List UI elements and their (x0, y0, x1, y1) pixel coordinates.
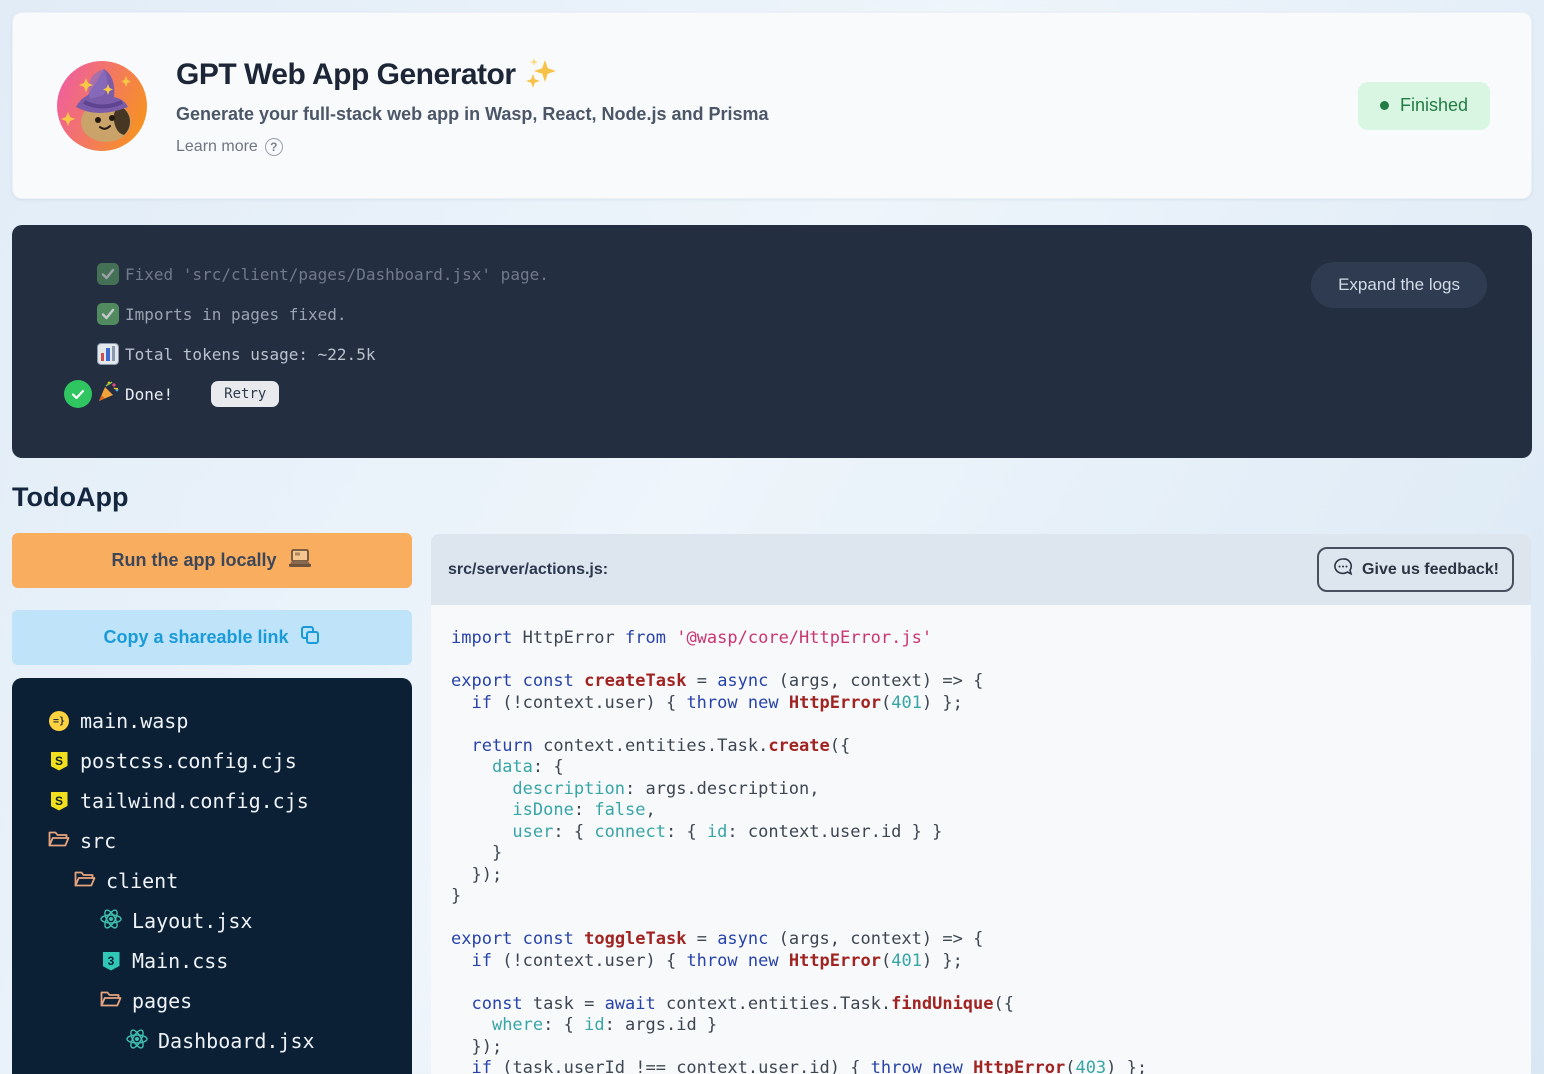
bar-chart-icon (97, 343, 119, 365)
code-line: }); (451, 865, 1511, 887)
log-entry-text: Done! (125, 385, 173, 404)
code-line: }); (451, 1037, 1511, 1059)
status-badge: Finished (1358, 82, 1490, 130)
wasp-icon: =} (49, 711, 69, 731)
current-file-label: src/server/actions.js: (448, 561, 608, 579)
tree-item-label: Layout.jsx (132, 909, 252, 933)
code-line: if (!context.user) { throw new HttpError… (451, 693, 1511, 715)
check-badge-icon (97, 303, 119, 325)
code-line: const task = await context.entities.Task… (451, 994, 1511, 1016)
code-line: if (!context.user) { throw new HttpError… (451, 951, 1511, 973)
code-line: export const createTask = async (args, c… (451, 671, 1511, 693)
log-entries: Fixed 'src/client/pages/Dashboard.jsx' p… (12, 225, 1532, 414)
tree-item-pages[interactable]: pages (12, 981, 412, 1021)
code-line: if (task.userId !== context.user.id) { t… (451, 1058, 1511, 1074)
tree-item-Layout.jsx[interactable]: Layout.jsx (12, 901, 412, 941)
log-entry: Imports in pages fixed. (64, 294, 1532, 334)
app-name-heading: TodoApp (12, 482, 128, 513)
code-viewer-panel: src/server/actions.js: Give us feedback!… (431, 534, 1531, 1074)
copy-icon (299, 624, 321, 651)
tree-item-tailwind.config.cjs[interactable]: Stailwind.config.cjs (12, 781, 412, 821)
folder-icon (74, 869, 96, 893)
log-entry-text: Total tokens usage: ~22.5k (125, 345, 375, 364)
run-app-locally-button[interactable]: Run the app locally (12, 533, 412, 588)
tree-item-client[interactable]: client (12, 861, 412, 901)
question-mark-icon: ? (265, 138, 283, 156)
js-file-icon: S (51, 752, 68, 771)
file-tree-panel: =}main.waspSpostcss.config.cjsStailwind.… (12, 678, 412, 1074)
react-icon (125, 1028, 149, 1055)
wasp-mage-logo (56, 60, 148, 152)
page-title: GPT Web App Generator (176, 58, 516, 92)
tree-item-label: src (80, 829, 116, 853)
tree-item-Dashboard.jsx[interactable]: Dashboard.jsx (12, 1021, 412, 1061)
learn-more-link[interactable]: Learn more ? (176, 138, 283, 156)
code-line: export const toggleTask = async (args, c… (451, 929, 1511, 951)
code-line: import HttpError from '@wasp/core/HttpEr… (451, 628, 1511, 650)
log-entry: Total tokens usage: ~22.5k (64, 334, 1532, 374)
party-popper-icon (96, 380, 120, 408)
code-viewer-header: src/server/actions.js: Give us feedback! (431, 534, 1531, 605)
tree-item-postcss.config.cjs[interactable]: Spostcss.config.cjs (12, 741, 412, 781)
tree-item-label: postcss.config.cjs (80, 749, 297, 773)
done-check-circle-icon (64, 380, 92, 408)
tree-item-label: tailwind.config.cjs (80, 789, 309, 813)
learn-more-label: Learn more (176, 138, 258, 156)
status-label: Finished (1400, 95, 1468, 116)
sparkles-icon (524, 56, 558, 95)
log-entry: Done! Retry (64, 374, 1532, 414)
code-line: data: { (451, 757, 1511, 779)
generation-log-panel: Fixed 'src/client/pages/Dashboard.jsx' p… (12, 225, 1532, 458)
feedback-button-label: Give us feedback! (1362, 561, 1499, 579)
log-status-column (64, 380, 97, 408)
retry-button[interactable]: Retry (211, 381, 279, 407)
js-file-icon: S (51, 792, 68, 811)
code-line: user: { connect: { id: context.user.id }… (451, 822, 1511, 844)
code-line (451, 650, 1511, 672)
page-subtitle: Generate your full-stack web app in Wasp… (176, 104, 769, 125)
tree-item-src[interactable]: src (12, 821, 412, 861)
tree-item-main.wasp[interactable]: =} main.wasp (12, 701, 412, 741)
code-line: description: args.description, (451, 779, 1511, 801)
copy-shareable-link-button[interactable]: Copy a shareable link (12, 610, 412, 665)
react-icon (99, 908, 123, 935)
code-line: where: { id: args.id } (451, 1015, 1511, 1037)
tree-item-label: pages (132, 989, 192, 1013)
code-line: } (451, 843, 1511, 865)
code-line: } (451, 886, 1511, 908)
speech-bubble-icon (1332, 556, 1354, 583)
laptop-icon (287, 547, 313, 574)
code-line: return context.entities.Task.create({ (451, 736, 1511, 758)
code-line (451, 908, 1511, 930)
tree-item-label: client (106, 869, 178, 893)
code-line (451, 972, 1511, 994)
log-entry-text: Fixed 'src/client/pages/Dashboard.jsx' p… (125, 265, 549, 284)
app-header-card: GPT Web App Generator Generate your full… (12, 12, 1532, 199)
log-entry-text: Imports in pages fixed. (125, 305, 347, 324)
folder-icon (48, 829, 70, 853)
share-button-label: Copy a shareable link (103, 627, 288, 648)
code-line: isDone: false, (451, 800, 1511, 822)
run-button-label: Run the app locally (111, 550, 276, 571)
code-content: import HttpError from '@wasp/core/HttpEr… (431, 605, 1531, 1074)
status-dot-icon (1380, 101, 1389, 110)
tree-item-Main.css[interactable]: 3 Main.css (12, 941, 412, 981)
check-badge-icon (97, 263, 119, 285)
tree-item-label: Dashboard.jsx (158, 1029, 315, 1053)
expand-logs-button[interactable]: Expand the logs (1311, 262, 1487, 308)
give-feedback-button[interactable]: Give us feedback! (1317, 547, 1514, 592)
tree-item-label: Main.css (132, 949, 228, 973)
folder-icon (100, 989, 122, 1013)
wizard-bee-logo-icon (56, 60, 148, 152)
tree-item-label: main.wasp (80, 709, 188, 733)
css-file-icon: 3 (103, 952, 120, 971)
code-line (451, 714, 1511, 736)
